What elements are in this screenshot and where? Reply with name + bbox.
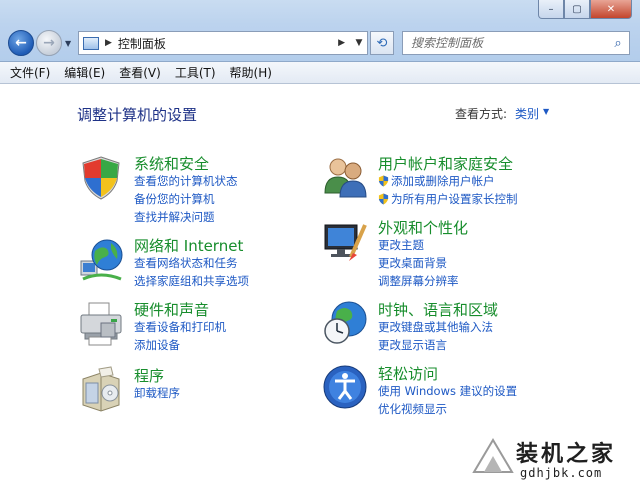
link-add-device[interactable]: 添加设备 (134, 337, 180, 353)
network-globe-icon (80, 239, 123, 281)
close-button[interactable]: ✕ (590, 0, 632, 19)
link-change-theme[interactable]: 更改主题 (378, 237, 424, 253)
category-title-appearance[interactable]: 外观和个性化 (378, 217, 468, 238)
minimize-button[interactable]: – (538, 0, 564, 19)
content-area: 调整计算机的设置 查看方式: 类别 ▼ 系统和安全 查看您的计算机状态 备份您的… (0, 85, 640, 490)
category-title-system-security[interactable]: 系统和安全 (134, 153, 209, 174)
link-uninstall-program[interactable]: 卸载程序 (134, 385, 180, 401)
uac-shield-icon-2 (378, 193, 389, 205)
link-optimize-visual[interactable]: 优化视频显示 (378, 401, 447, 417)
ease-of-access-icon (323, 365, 367, 409)
nav-buttons: ← → ▼ (8, 30, 71, 56)
link-view-computer-status[interactable]: 查看您的计算机状态 (134, 173, 238, 189)
link-backup-computer[interactable]: 备份您的计算机 (134, 191, 215, 207)
link-parental-controls-text: 为所有用户设置家长控制 (391, 192, 518, 206)
view-by-label: 查看方式: (455, 107, 508, 121)
category-title-network[interactable]: 网络和 Internet (134, 235, 243, 256)
menu-help[interactable]: 帮助(H) (230, 64, 272, 81)
view-by-dropdown[interactable]: 类别 (515, 105, 539, 122)
title-bar: – ▢ ✕ ← → ▼ ▶ 控制面板 ▶ ▼ ⟲ ⌕ (0, 0, 640, 62)
search-box: ⌕ (402, 31, 630, 55)
link-network-status[interactable]: 查看网络状态和任务 (134, 255, 238, 271)
users-icon (324, 158, 367, 198)
uac-shield-icon (378, 175, 389, 187)
breadcrumb-arrow-icon[interactable]: ▶ (105, 38, 112, 48)
category-hardware-sound: 硬件和声音 查看设备和打印机 添加设备 (77, 299, 317, 355)
menu-view[interactable]: 查看(V) (119, 64, 161, 81)
appearance-monitor-icon (324, 224, 367, 261)
page-title: 调整计算机的设置 (77, 106, 198, 124)
menu-edit[interactable]: 编辑(E) (64, 64, 105, 81)
programs-box-icon (82, 366, 120, 412)
link-devices-printers[interactable]: 查看设备和打印机 (134, 319, 226, 335)
category-clock-language-region: 时钟、语言和区域 更改键盘或其他输入法 更改显示语言 (321, 299, 581, 355)
category-title-user-accounts[interactable]: 用户帐户和家庭安全 (378, 153, 513, 174)
clock-globe-icon (324, 301, 367, 344)
maximize-button[interactable]: ▢ (564, 0, 590, 19)
menu-file[interactable]: 文件(F) (10, 64, 50, 81)
printer-icon (80, 302, 122, 346)
category-title-clock[interactable]: 时钟、语言和区域 (378, 299, 498, 320)
category-appearance: 外观和个性化 更改主题 更改桌面背景 调整屏幕分辨率 (321, 217, 581, 289)
menu-tools[interactable]: 工具(T) (175, 64, 216, 81)
category-ease-of-access: 轻松访问 使用 Windows 建议的设置 优化视频显示 (321, 363, 581, 419)
category-programs: 程序 卸载程序 (77, 365, 317, 413)
address-dropdown-icon[interactable]: ▼ (351, 38, 367, 48)
link-recommended-settings[interactable]: 使用 Windows 建议的设置 (378, 383, 517, 399)
forward-button[interactable]: → (36, 30, 62, 56)
category-system-security: 系统和安全 查看您的计算机状态 备份您的计算机 查找并解决问题 (77, 153, 317, 225)
category-user-accounts: 用户帐户和家庭安全 添加或删除用户帐户 为所有用户设置家长控制 (321, 153, 581, 209)
link-keyboard-input[interactable]: 更改键盘或其他输入法 (378, 319, 493, 335)
control-panel-icon (83, 36, 99, 50)
link-parental-controls[interactable]: 为所有用户设置家长控制 (378, 191, 518, 207)
link-display-language[interactable]: 更改显示语言 (378, 337, 447, 353)
watermark-logo-icon (472, 438, 514, 473)
category-title-hardware[interactable]: 硬件和声音 (134, 299, 209, 320)
link-add-remove-accounts-text: 添加或删除用户帐户 (391, 174, 495, 188)
back-button[interactable]: ← (8, 30, 34, 56)
recent-pages-dropdown-icon[interactable]: ▼ (65, 39, 71, 48)
search-input[interactable] (403, 36, 607, 50)
breadcrumb-arrow-icon-2[interactable]: ▶ (338, 38, 345, 48)
link-screen-resolution[interactable]: 调整屏幕分辨率 (378, 273, 459, 289)
view-by-dropdown-icon[interactable]: ▼ (543, 107, 549, 116)
refresh-button[interactable]: ⟲ (370, 31, 394, 55)
link-homegroup-sharing[interactable]: 选择家庭组和共享选项 (134, 273, 249, 289)
link-desktop-background[interactable]: 更改桌面背景 (378, 255, 447, 271)
link-add-remove-accounts[interactable]: 添加或删除用户帐户 (378, 173, 495, 189)
category-title-ease[interactable]: 轻松访问 (378, 363, 438, 384)
link-troubleshoot[interactable]: 查找并解决问题 (134, 209, 215, 225)
search-icon[interactable]: ⌕ (607, 36, 629, 51)
menu-bar: 文件(F) 编辑(E) 查看(V) 工具(T) 帮助(H) (0, 62, 640, 84)
address-bar[interactable]: ▶ 控制面板 ▶ ▼ (78, 31, 368, 55)
security-shield-icon (82, 156, 120, 200)
category-title-programs[interactable]: 程序 (134, 365, 164, 386)
window-controls: – ▢ ✕ (538, 0, 632, 20)
watermark-text: 装机之家 (516, 442, 617, 467)
category-network-internet: 网络和 Internet 查看网络状态和任务 选择家庭组和共享选项 (77, 235, 317, 291)
watermark-url: gdhjbk.com (520, 466, 603, 480)
breadcrumb-control-panel[interactable]: 控制面板 (118, 35, 332, 52)
